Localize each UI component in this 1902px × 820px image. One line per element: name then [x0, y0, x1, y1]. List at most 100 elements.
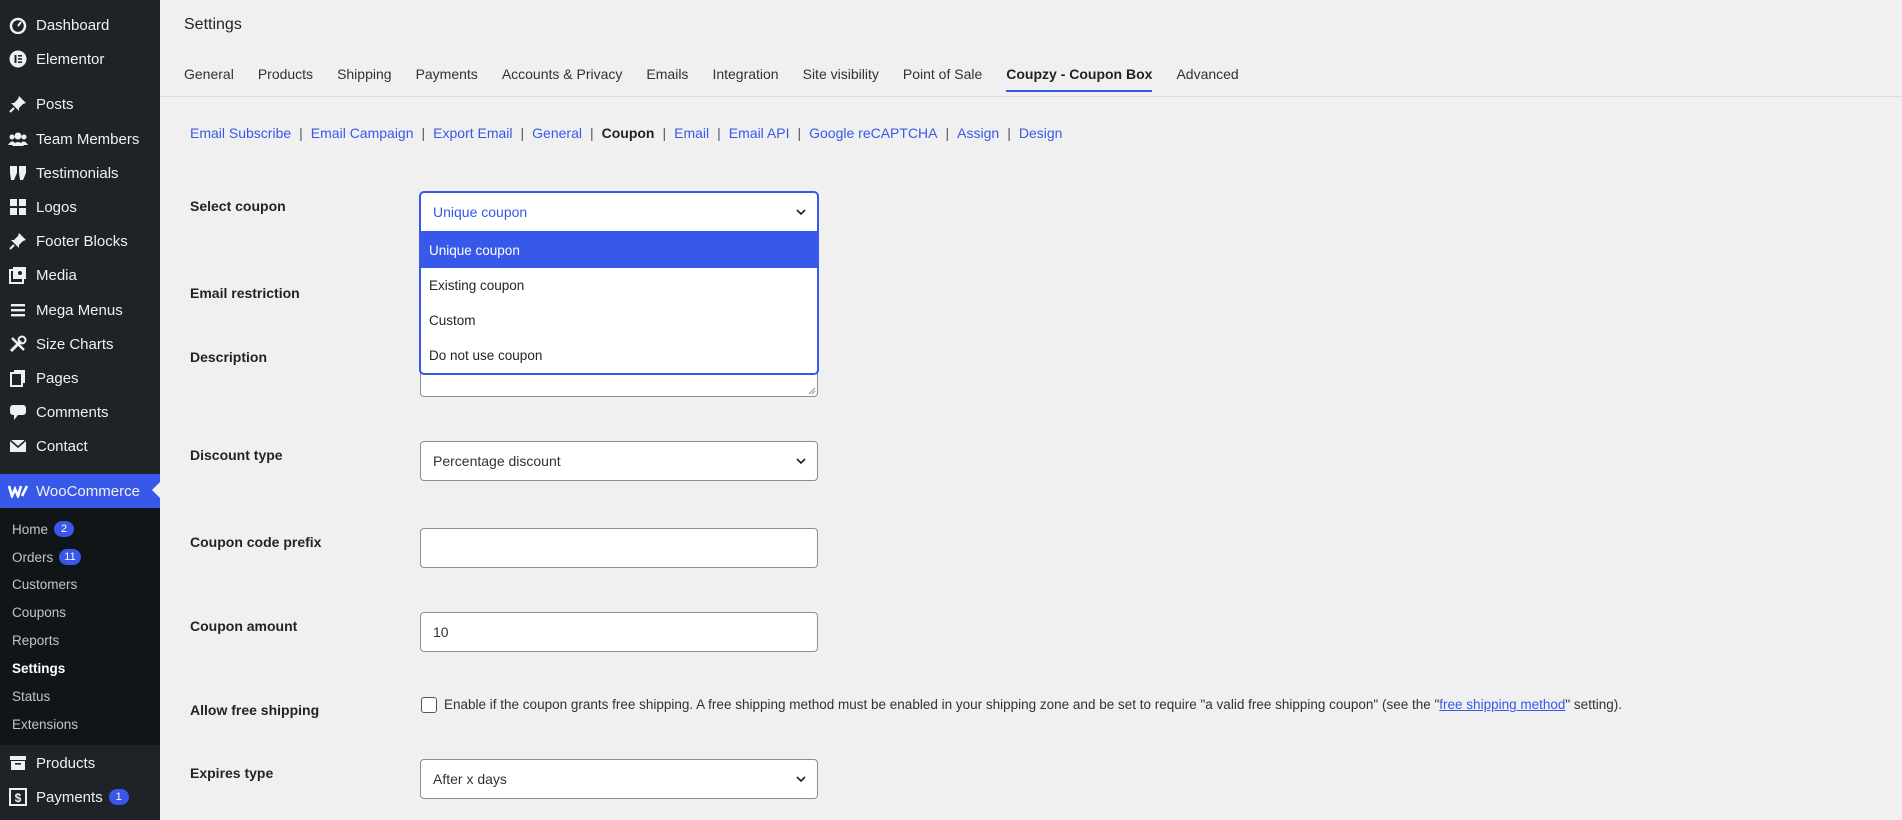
- sidebar-item-label: Pages: [36, 369, 79, 387]
- sidebar-item-products[interactable]: Products: [0, 748, 160, 778]
- coupon-amount-value: 10: [433, 624, 449, 640]
- tab-emails[interactable]: Emails: [646, 66, 688, 92]
- subnav-design[interactable]: Design: [1019, 125, 1063, 141]
- sidebar-item-posts[interactable]: Posts: [0, 89, 160, 119]
- subnav-separator: |: [1007, 125, 1011, 141]
- section-subnav: Email Subscribe | Email Campaign | Export …: [190, 125, 1062, 141]
- subnav-separator: |: [717, 125, 721, 141]
- subnav-coupon: Coupon: [601, 125, 655, 141]
- expires-type-value: After x days: [433, 771, 507, 787]
- discount-type-select[interactable]: Percentage discount: [420, 441, 818, 481]
- count-badge: 1: [108, 789, 129, 805]
- sidebar-item-elementor[interactable]: Elementor: [0, 44, 160, 74]
- woocommerce-submenu: Home 2 Orders 11 Customers Coupons Repor…: [0, 508, 160, 745]
- tab-products[interactable]: Products: [258, 66, 313, 92]
- sidebar-item-label: Products: [36, 754, 96, 772]
- expires-type-select[interactable]: After x days: [420, 759, 818, 799]
- subnav-assign[interactable]: Assign: [957, 125, 999, 141]
- email-restriction-label: Email restriction: [190, 285, 300, 301]
- dashboard-icon: [8, 15, 28, 35]
- subnav-separator: |: [662, 125, 667, 141]
- description-text: Enable if the coupon grants free shippin…: [444, 697, 1440, 712]
- subnav-export-email[interactable]: Export Email: [433, 125, 512, 141]
- pin-icon: [8, 231, 28, 251]
- sidebar-item-label: Team Members: [36, 130, 140, 148]
- submenu-label: Status: [12, 689, 51, 704]
- submenu-label: Extensions: [12, 717, 79, 732]
- sidebar-item-dashboard[interactable]: Dashboard: [0, 10, 160, 40]
- sidebar-item-label: Logos: [36, 198, 77, 216]
- option-unique-coupon[interactable]: Unique coupon: [421, 233, 817, 268]
- subnav-email-subscribe[interactable]: Email Subscribe: [190, 125, 291, 141]
- resize-handle-icon[interactable]: [808, 387, 816, 395]
- coupon-prefix-input[interactable]: [420, 528, 818, 568]
- coupon-amount-input[interactable]: 10: [420, 612, 818, 652]
- option-existing-coupon[interactable]: Existing coupon: [421, 268, 817, 303]
- chevron-down-icon: [795, 772, 807, 788]
- users-icon: [8, 129, 28, 149]
- tab-coupzy-coupon-box[interactable]: Coupzy - Coupon Box: [1006, 66, 1153, 92]
- sidebar-item-payments[interactable]: $ Payments 1: [0, 782, 160, 812]
- submenu-label: Customers: [12, 577, 78, 592]
- tab-accounts-privacy[interactable]: Accounts & Privacy: [502, 66, 623, 92]
- option-custom[interactable]: Custom: [421, 303, 817, 338]
- option-do-not-use-coupon[interactable]: Do not use coupon: [421, 338, 817, 373]
- submenu-item-status[interactable]: Status: [12, 689, 50, 704]
- count-badge: 2: [54, 521, 75, 537]
- tab-shipping[interactable]: Shipping: [337, 66, 392, 92]
- grid-icon: [8, 197, 28, 217]
- free-shipping-method-link[interactable]: free shipping method: [1439, 697, 1565, 712]
- sidebar-item-logos[interactable]: Logos: [0, 192, 160, 222]
- tab-payments[interactable]: Payments: [416, 66, 478, 92]
- sidebar-item-label: Elementor: [36, 50, 105, 68]
- elementor-icon: [8, 49, 28, 69]
- expires-type-label: Expires type: [190, 765, 274, 781]
- sidebar-item-label: Comments: [36, 403, 109, 421]
- tab-general[interactable]: General: [184, 66, 234, 92]
- subnav-email-api[interactable]: Email API: [729, 125, 790, 141]
- submenu-item-home[interactable]: Home 2: [12, 521, 75, 537]
- sidebar-item-contact[interactable]: Contact: [0, 431, 160, 461]
- submenu-item-reports[interactable]: Reports: [12, 633, 59, 648]
- tab-site-visibility[interactable]: Site visibility: [803, 66, 879, 92]
- dollar-icon: $: [8, 787, 28, 807]
- sidebar-item-mega-menus[interactable]: Mega Menus: [0, 295, 160, 325]
- description-text: " setting).: [1565, 697, 1622, 712]
- sidebar-item-pages[interactable]: Pages: [0, 363, 160, 393]
- sidebar-item-comments[interactable]: Comments: [0, 397, 160, 427]
- archive-icon: [8, 753, 28, 773]
- submenu-label: Home: [12, 521, 49, 537]
- subnav-google-recaptcha[interactable]: Google reCAPTCHA: [809, 125, 937, 141]
- sidebar-item-size-charts[interactable]: Size Charts: [0, 329, 160, 359]
- sidebar-item-testimonials[interactable]: Testimonials: [0, 158, 160, 188]
- submenu-item-orders[interactable]: Orders 11: [12, 549, 81, 565]
- sidebar-item-footer-blocks[interactable]: Footer Blocks: [0, 226, 160, 256]
- free-shipping-checkbox[interactable]: [421, 697, 437, 713]
- subnav-email-campaign[interactable]: Email Campaign: [311, 125, 414, 141]
- coupon-prefix-label: Coupon code prefix: [190, 534, 322, 550]
- sidebar-item-label: Footer Blocks: [36, 232, 128, 250]
- pages-icon: [8, 368, 28, 388]
- sidebar-item-label: Payments: [36, 788, 103, 806]
- sidebar-item-label: Size Charts: [36, 335, 114, 353]
- subnav-general[interactable]: General: [532, 125, 582, 141]
- tab-integration[interactable]: Integration: [712, 66, 778, 92]
- submenu-item-settings[interactable]: Settings: [12, 661, 65, 676]
- sidebar-item-woocommerce[interactable]: WooCommerce: [0, 474, 160, 508]
- tab-advanced[interactable]: Advanced: [1176, 66, 1238, 92]
- media-icon: [8, 265, 28, 285]
- submenu-item-customers[interactable]: Customers: [12, 577, 77, 592]
- count-badge: 11: [59, 549, 81, 565]
- tabs-divider: [160, 96, 1902, 97]
- sidebar-item-media[interactable]: Media: [0, 260, 160, 290]
- discount-type-label: Discount type: [190, 447, 283, 463]
- admin-sidebar: Dashboard Elementor Posts Team Members T…: [0, 0, 160, 820]
- mail-icon: [8, 436, 28, 456]
- submenu-label: Orders: [12, 549, 54, 565]
- sidebar-item-team-members[interactable]: Team Members: [0, 124, 160, 154]
- subnav-email[interactable]: Email: [674, 125, 709, 141]
- tab-point-of-sale[interactable]: Point of Sale: [903, 66, 982, 92]
- submenu-item-extensions[interactable]: Extensions: [12, 717, 78, 732]
- select-coupon-dropdown[interactable]: Unique coupon: [420, 192, 818, 232]
- submenu-item-coupons[interactable]: Coupons: [12, 605, 66, 620]
